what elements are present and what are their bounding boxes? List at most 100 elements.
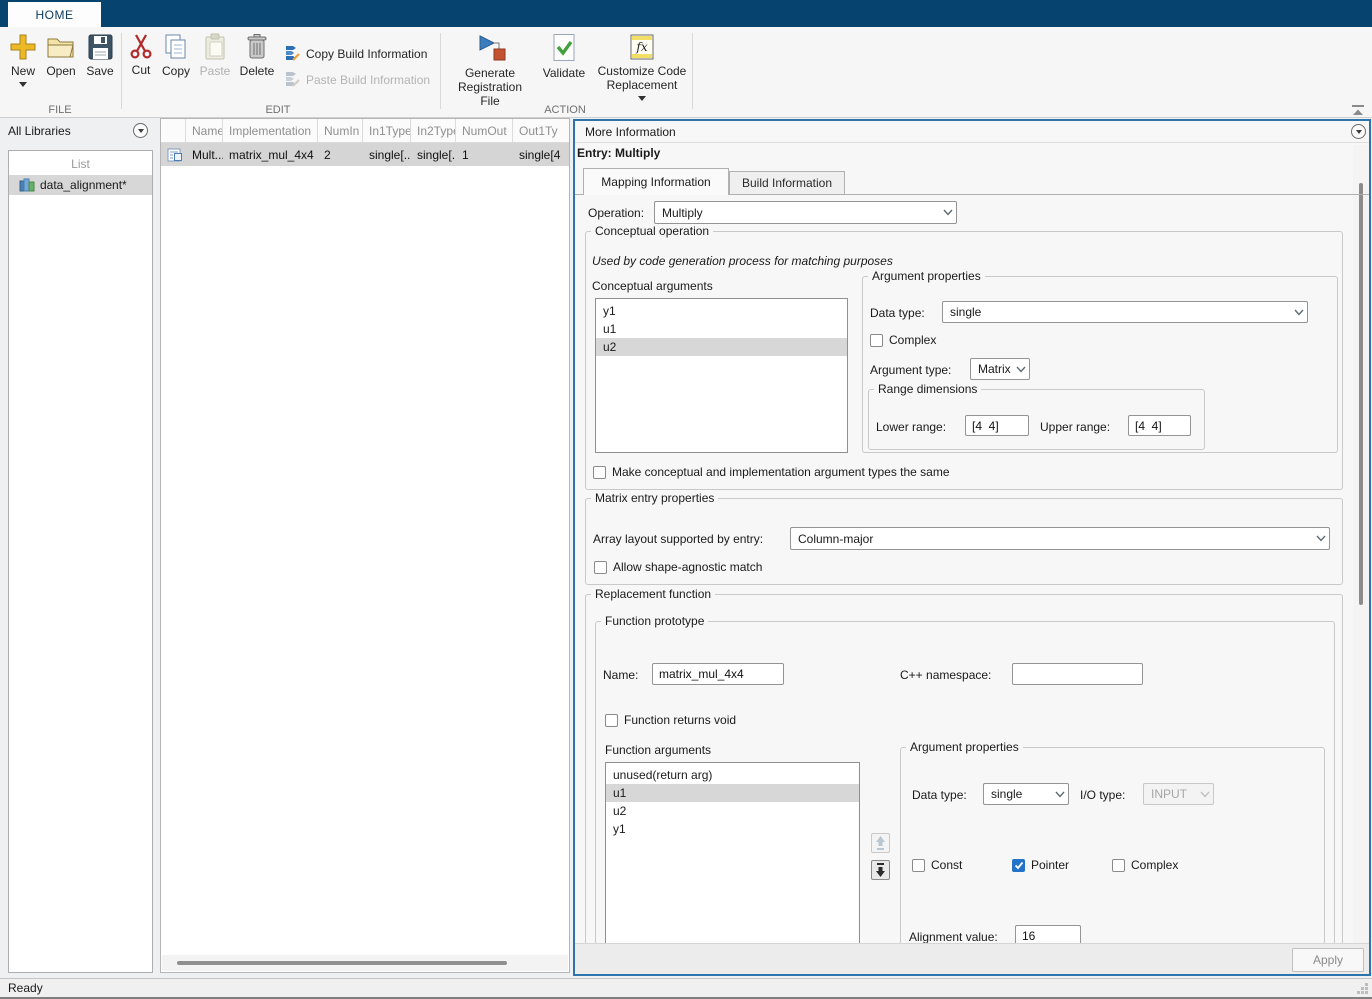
array-layout-value: Column-major — [791, 532, 1313, 546]
validate-button[interactable]: Validate — [538, 33, 590, 80]
main-area: All Libraries List data_alignment* Name … — [0, 118, 1372, 978]
tab-home[interactable]: HOME — [8, 2, 101, 27]
customize-dropdown-caret[interactable] — [638, 96, 646, 101]
conceptual-arguments-list[interactable]: y1 u1 u2 — [595, 298, 848, 453]
function-data-type-select[interactable]: single — [983, 783, 1069, 805]
same-types-checkbox[interactable] — [593, 466, 606, 479]
function-data-type-value: single — [984, 787, 1052, 801]
pointer-checkbox[interactable] — [1012, 859, 1025, 872]
svg-text:fx: fx — [635, 40, 647, 54]
more-information-header: More Information — [575, 121, 1369, 143]
minimize-ribbon-button[interactable] — [1350, 103, 1366, 117]
copy-build-information-label: Copy Build Information — [306, 47, 427, 61]
paste-build-information-label: Paste Build Information — [306, 73, 430, 87]
delete-button[interactable]: Delete — [238, 33, 276, 78]
data-type-select[interactable]: single — [942, 301, 1308, 323]
shape-agnostic-checkbox-label: Allow shape-agnostic match — [613, 560, 762, 574]
list-item[interactable]: y1 — [596, 302, 847, 320]
complex-checkbox-row[interactable]: Complex — [870, 333, 936, 347]
new-dropdown-caret[interactable] — [19, 82, 27, 87]
new-button[interactable]: New — [6, 33, 40, 87]
column-header-numin[interactable]: NumIn — [318, 119, 363, 143]
same-types-checkbox-row[interactable]: Make conceptual and implementation argum… — [593, 465, 950, 479]
toolstrip-tabbar: HOME — [0, 0, 1372, 27]
array-layout-select[interactable]: Column-major — [790, 527, 1330, 550]
open-button[interactable]: Open — [42, 33, 80, 78]
function-complex-checkbox-row[interactable]: Complex — [1112, 858, 1178, 872]
shape-agnostic-checkbox-row[interactable]: Allow shape-agnostic match — [594, 560, 762, 574]
returns-void-checkbox[interactable] — [605, 714, 618, 727]
cut-button[interactable]: Cut — [127, 33, 155, 77]
column-header-numout[interactable]: NumOut — [456, 119, 513, 143]
column-header-out1type[interactable]: Out1Ty — [513, 119, 569, 143]
list-item[interactable]: u1 — [596, 320, 847, 338]
horizontal-scrollbar[interactable] — [162, 955, 568, 971]
libraries-collapse-button[interactable] — [133, 123, 148, 138]
status-bar: Ready — [0, 978, 1372, 997]
apply-button[interactable]: Apply — [1292, 948, 1364, 972]
function-argument-properties-legend: Argument properties — [906, 740, 1023, 754]
save-button[interactable]: Save — [84, 33, 116, 78]
vertical-scrollbar-thumb[interactable] — [1359, 183, 1363, 605]
column-header-in2type[interactable]: In2Type — [411, 119, 456, 143]
save-button-label: Save — [86, 64, 113, 78]
resize-grip[interactable] — [1356, 982, 1369, 995]
column-header-icon[interactable] — [161, 119, 186, 143]
new-button-label: New — [11, 64, 35, 78]
column-header-name[interactable]: Name — [186, 119, 223, 143]
conceptual-note: Used by code generation process for matc… — [592, 254, 893, 268]
io-type-select: INPUT — [1143, 783, 1214, 805]
tab-build-information[interactable]: Build Information — [729, 171, 845, 194]
cpp-namespace-input[interactable] — [1012, 663, 1143, 685]
const-checkbox-row[interactable]: Const — [912, 858, 962, 872]
function-name-input[interactable] — [652, 663, 784, 685]
complex-checkbox[interactable] — [870, 334, 883, 347]
libraries-list: List data_alignment* — [8, 150, 153, 973]
cell-out1type: single[4 — [513, 143, 569, 166]
vertical-scrollbar[interactable] — [1353, 145, 1369, 943]
const-checkbox[interactable] — [912, 859, 925, 872]
all-libraries-title: All Libraries — [8, 124, 71, 138]
lower-range-input[interactable] — [965, 415, 1029, 436]
column-header-in1type[interactable]: In1Type — [363, 119, 411, 143]
function-complex-checkbox[interactable] — [1112, 859, 1125, 872]
list-item[interactable]: y1 — [606, 820, 859, 838]
horizontal-scrollbar-thumb[interactable] — [177, 961, 507, 965]
function-complex-checkbox-label: Complex — [1131, 858, 1178, 872]
ribbon-divider — [692, 33, 693, 109]
panel-collapse-button[interactable] — [1351, 124, 1366, 139]
libraries-list-header: List — [9, 151, 152, 175]
action-section-label: ACTION — [525, 104, 605, 116]
complex-checkbox-label: Complex — [889, 333, 936, 347]
customize-code-replacement-button[interactable]: fx Customize Code Replacement — [596, 33, 688, 101]
operation-select[interactable]: Multiply — [654, 201, 957, 224]
cell-implementation: matrix_mul_4x4 — [223, 143, 318, 166]
list-item[interactable]: unused(return arg) — [606, 766, 859, 784]
list-item-selected[interactable]: u1 — [606, 784, 859, 802]
validate-icon — [551, 33, 577, 63]
copy-button[interactable]: Copy — [158, 33, 194, 78]
library-item[interactable]: data_alignment* — [9, 175, 152, 195]
down-arrow-icon — [874, 862, 887, 878]
function-arguments-label: Function arguments — [605, 743, 711, 757]
list-item[interactable]: u2 — [606, 802, 859, 820]
open-button-label: Open — [46, 64, 75, 78]
list-item-selected[interactable]: u2 — [596, 338, 847, 356]
range-dimensions-legend: Range dimensions — [874, 382, 981, 396]
column-header-implementation[interactable]: Implementation — [223, 119, 318, 143]
ribbon-divider — [121, 33, 122, 109]
chevron-down-icon — [1313, 535, 1329, 542]
generate-registration-file-button[interactable]: Generate Registration File — [450, 33, 530, 108]
tab-mapping-information[interactable]: Mapping Information — [583, 168, 729, 195]
copy-build-information-button[interactable]: Copy Build Information — [284, 45, 427, 62]
operation-value: Multiply — [655, 206, 940, 220]
chevron-down-icon — [1356, 130, 1362, 134]
argument-type-select[interactable]: Matrix — [970, 358, 1030, 380]
table-row[interactable]: Mult... matrix_mul_4x4 2 single[... sing… — [161, 143, 569, 166]
returns-void-checkbox-row[interactable]: Function returns void — [605, 713, 736, 727]
move-argument-down-button[interactable] — [871, 860, 890, 880]
upper-range-input[interactable] — [1128, 415, 1191, 436]
argument-type-value: Matrix — [971, 362, 1013, 376]
pointer-checkbox-row[interactable]: Pointer — [1012, 858, 1069, 872]
shape-agnostic-checkbox[interactable] — [594, 561, 607, 574]
